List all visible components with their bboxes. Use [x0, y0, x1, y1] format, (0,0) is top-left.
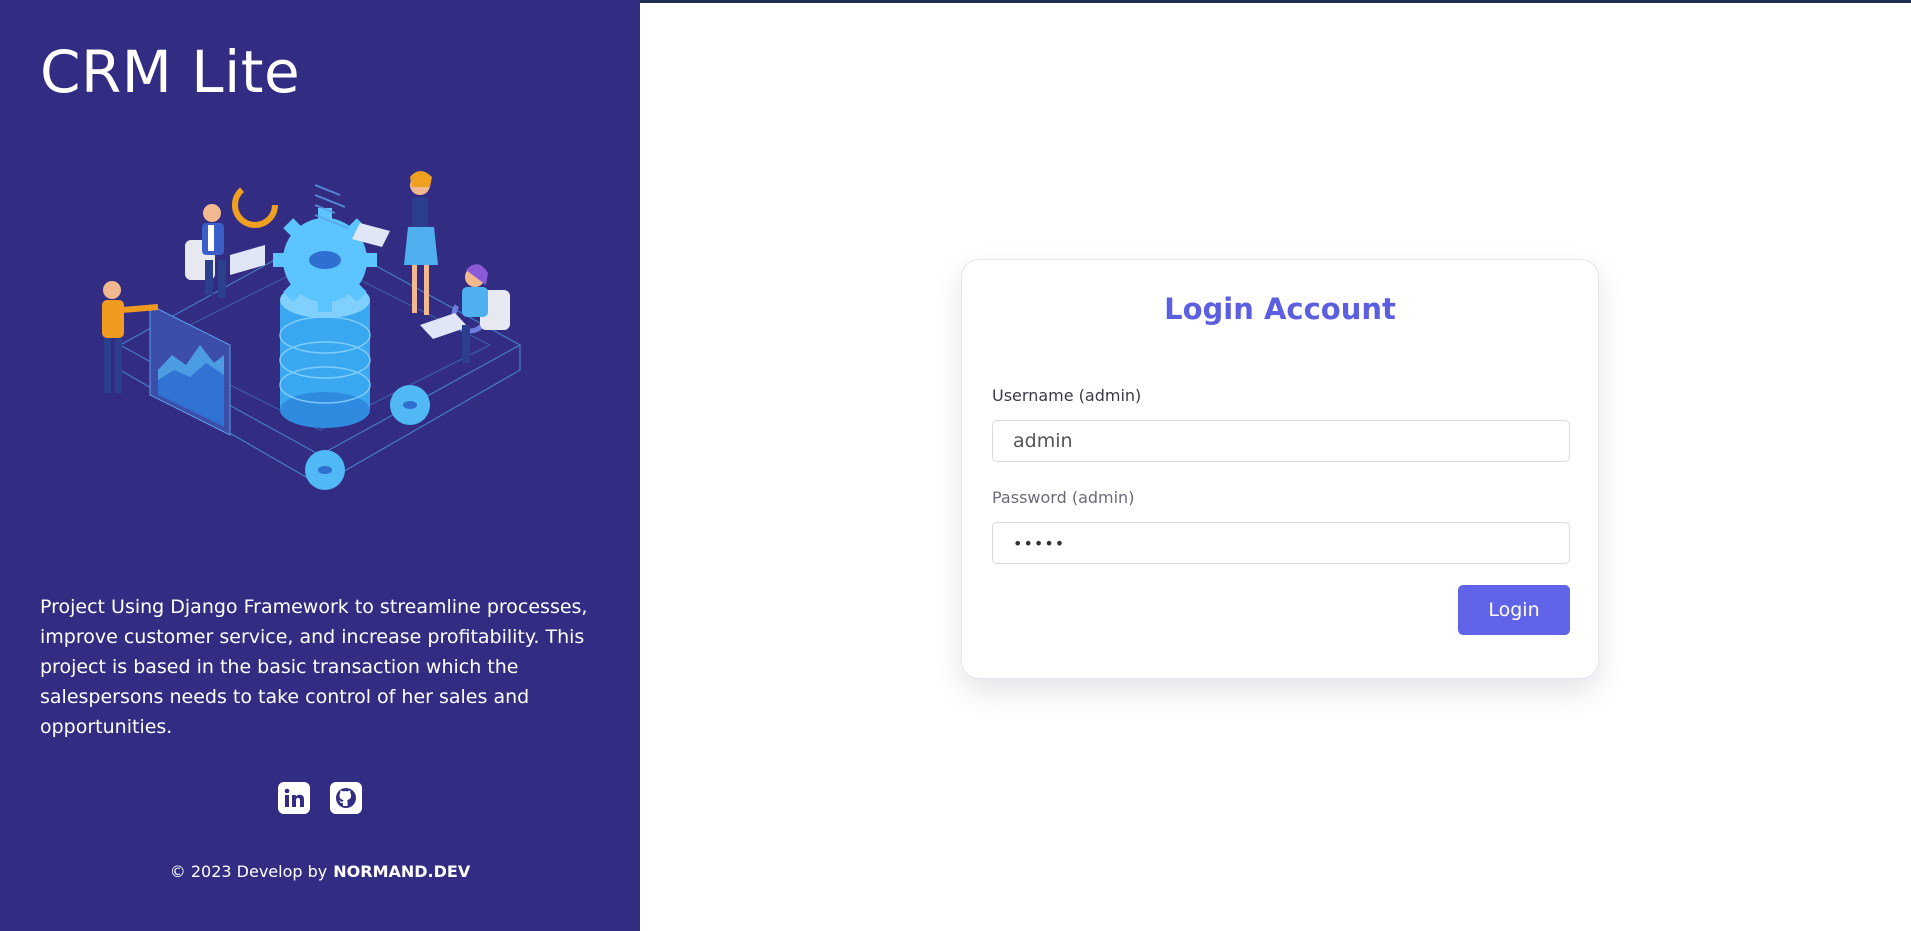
login-button[interactable]: Login — [1458, 585, 1570, 635]
copyright-text: © 2023 Develop by — [169, 862, 328, 881]
isometric-illustration — [102, 171, 522, 490]
login-title: Login Account — [1164, 292, 1396, 326]
developer-brand-link[interactable]: NORMAND.DEV — [333, 862, 470, 881]
username-input[interactable] — [992, 420, 1570, 462]
project-description: Project Using Django Framework to stream… — [40, 596, 588, 738]
social-links — [278, 782, 362, 814]
github-icon — [336, 788, 356, 808]
password-input[interactable] — [992, 522, 1570, 564]
github-link[interactable] — [330, 782, 362, 814]
linkedin-link[interactable] — [278, 782, 310, 814]
footer: © 2023 Develop by NORMAND.DEV — [0, 862, 640, 881]
linkedin-icon — [284, 788, 304, 807]
app-title: CRM Lite — [40, 38, 301, 106]
login-card: Login Account Username (admin) Password … — [961, 259, 1599, 679]
sidebar-panel: CRM Lite Project Using Django Framework … — [0, 0, 640, 931]
username-label: Username (admin) — [992, 386, 1142, 405]
password-label: Password (admin) — [992, 488, 1135, 507]
